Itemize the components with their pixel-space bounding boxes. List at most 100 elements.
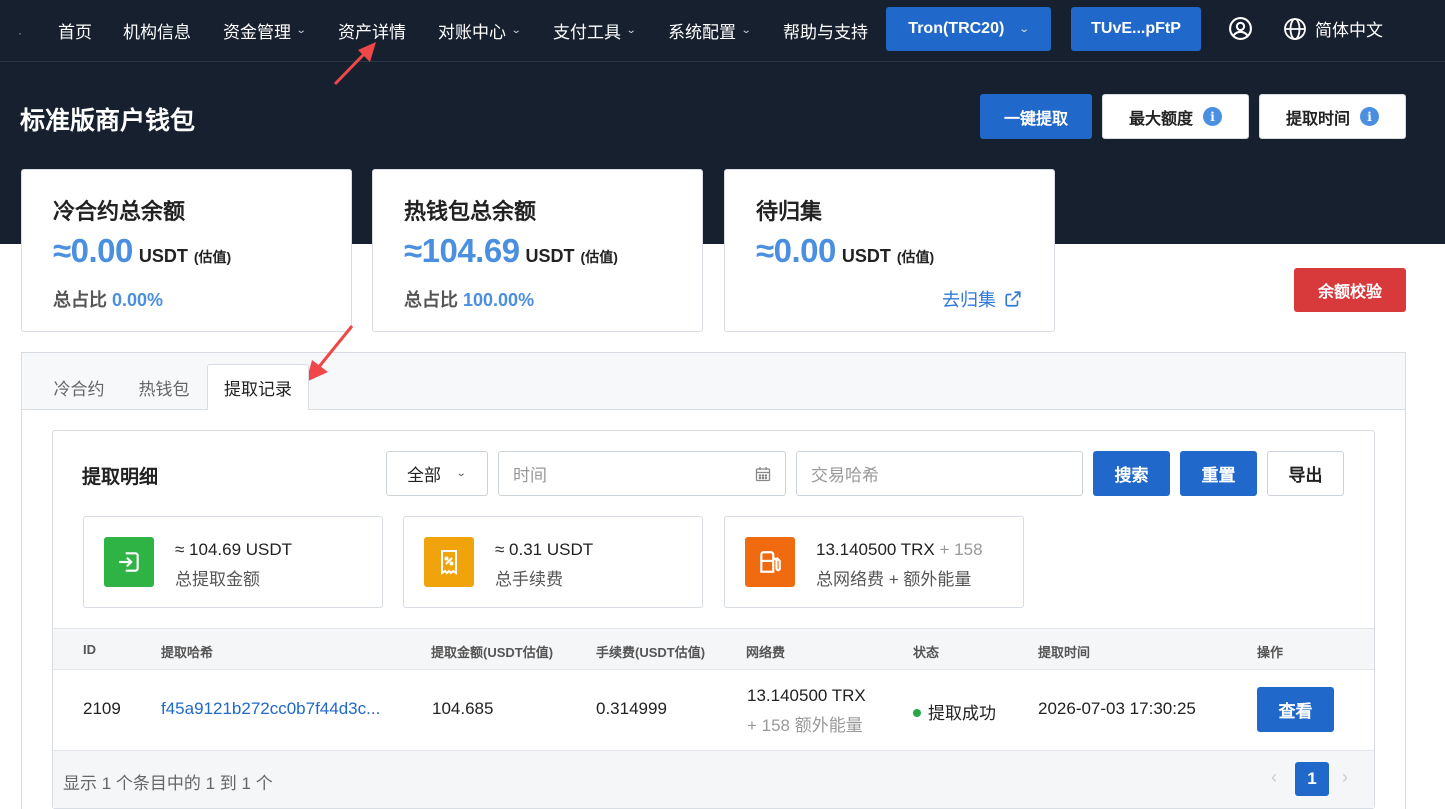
wallet-address-button[interactable]: TUvE...pFtP — [1071, 7, 1201, 51]
ratio-label: 总占比 — [53, 290, 107, 310]
nav-item-label: 资产详情 — [338, 23, 406, 42]
chevron-down-icon: ⌄ — [510, 25, 522, 36]
nav-item-label: 首页 — [58, 23, 92, 42]
pagination-summary: 显示 1 个条目中的 1 到 1 个 — [63, 774, 273, 793]
nav-item-label: 系统配置 — [668, 23, 736, 42]
column-header: 状态 — [913, 645, 940, 660]
user-icon[interactable] — [1228, 16, 1253, 41]
fuel-icon — [745, 537, 795, 587]
total-fee-stat: ≈ 0.31 USDT 总手续费 — [403, 516, 703, 608]
card-title: 热钱包总余额 — [404, 199, 537, 224]
nav-item-reconcile[interactable]: 对账中心 ⌄ — [438, 18, 522, 43]
nav-item-institution[interactable]: 机构信息 — [123, 18, 191, 43]
input-placeholder: 交易哈希 — [811, 466, 879, 485]
amount-estimate: (估值) — [580, 249, 618, 265]
stat-value: ≈ 104.69 USDT — [175, 540, 293, 559]
nav-item-assets[interactable]: 资产详情 — [338, 18, 406, 43]
table-footer: 显示 1 个条目中的 1 到 1 个 ‹ 1 › — [53, 751, 1374, 808]
view-button[interactable]: 查看 — [1257, 687, 1334, 732]
language-switcher[interactable]: 简体中文 — [1283, 16, 1383, 41]
tab-withdraw-records[interactable]: 提取记录 — [207, 364, 309, 410]
tx-hash-input[interactable]: 交易哈希 — [796, 451, 1083, 496]
ratio-value: 0.00% — [112, 290, 164, 310]
wallet-address: TUvE...pFtP — [1091, 20, 1181, 37]
table-header: ID 提取哈希 提取金额(USDT估值) 手续费(USDT估值) 网络费 状态 … — [53, 628, 1374, 670]
withdraw-all-button[interactable]: 一键提取 — [980, 94, 1092, 139]
chevron-down-icon: ⌄ — [295, 25, 307, 36]
ratio-value: 100.00% — [463, 290, 535, 310]
amount-value: ≈104.69 — [404, 232, 520, 269]
amount-unit: USDT — [841, 246, 891, 266]
network-fee-stat: 13.140500 TRX + 158 总网络费 + 额外能量 — [724, 516, 1024, 608]
hot-wallet-card: 热钱包总余额 ≈104.69 USDT (估值) 总占比 100.00% — [372, 169, 703, 332]
nav-item-home[interactable]: 首页 — [58, 18, 92, 43]
cell-amount: 104.685 — [432, 699, 494, 718]
external-link-icon — [1005, 291, 1021, 307]
language-label: 简体中文 — [1315, 21, 1383, 40]
page-title: 标准版商户钱包 — [20, 107, 196, 135]
cold-contract-card: 冷合约总余额 ≈0.00 USDT (估值) 总占比 0.00% — [21, 169, 352, 332]
nav-dot: · — [18, 26, 22, 40]
chevron-down-icon: ⌄ — [625, 25, 637, 36]
withdraw-time-button[interactable]: 提取时间 i — [1259, 94, 1406, 139]
column-header: 提取哈希 — [161, 645, 214, 660]
tab-cold-contract[interactable]: 冷合约 — [40, 364, 118, 410]
tab-hot-wallet[interactable]: 热钱包 — [124, 364, 204, 410]
chevron-down-icon: ⌄ — [1019, 23, 1030, 35]
card-amount: ≈104.69 USDT (估值) — [404, 232, 618, 270]
section-title: 提取明细 — [82, 467, 159, 488]
button-label: 提取时间 — [1285, 110, 1350, 128]
input-placeholder: 时间 — [513, 466, 547, 485]
cell-status: 提取成功 — [913, 699, 996, 724]
stat-value: 13.140500 TRX + 158 — [816, 540, 983, 560]
total-withdraw-stat: ≈ 104.69 USDT 总提取金额 — [83, 516, 383, 608]
search-button[interactable]: 搜索 — [1093, 451, 1170, 496]
chevron-down-icon: ⌄ — [455, 468, 467, 479]
network-extra-text: + 158 额外能量 — [747, 716, 863, 735]
cell-hash-link[interactable]: f45a9121b272cc0b7f44d3c... — [161, 699, 380, 719]
column-header: 提取金额(USDT估值) — [431, 645, 554, 660]
max-limit-button[interactable]: 最大额度 i — [1102, 94, 1249, 139]
amount-estimate: (估值) — [896, 249, 935, 265]
cell-network-extra: + 158 额外能量 — [747, 711, 863, 736]
stat-value-main: 13.140500 TRX — [816, 540, 935, 559]
card-amount: ≈0.00 USDT (估值) — [53, 232, 231, 270]
chevron-down-icon: ⌄ — [740, 25, 752, 36]
nav-item-help[interactable]: 帮助与支持 — [783, 18, 868, 43]
stat-value: ≈ 0.31 USDT — [495, 540, 594, 559]
nav-item-payment-tools[interactable]: 支付工具 ⌄ — [553, 18, 637, 43]
pending-collection-card: 待归集 ≈0.00 USDT (估值) 去归集 — [724, 169, 1055, 332]
amount-value: ≈0.00 — [756, 232, 836, 269]
go-collect-link[interactable]: 去归集 — [942, 286, 1022, 312]
card-ratio: 总占比 100.00% — [404, 286, 534, 312]
nav-item-funds[interactable]: 资金管理 ⌄ — [223, 18, 307, 43]
pagination-next-icon[interactable]: › — [1342, 767, 1348, 788]
network-select-button[interactable]: Tron(TRC20) ⌄ — [886, 7, 1051, 51]
stat-value-extra: + 158 — [939, 540, 983, 559]
card-ratio: 总占比 0.00% — [53, 286, 163, 312]
amount-value: ≈0.00 — [53, 232, 133, 269]
receipt-icon — [424, 537, 474, 587]
balance-check-button[interactable]: 余额校验 — [1294, 268, 1406, 312]
column-header: ID — [83, 642, 96, 657]
top-nav: · 首页 机构信息 资金管理 ⌄ 资产详情 对账中心 ⌄ 支付工具 ⌄ 系统配置 ⌄ 帮… — [0, 0, 1445, 62]
pagination-prev-icon[interactable]: ‹ — [1271, 767, 1277, 788]
amount-estimate: (估值) — [193, 249, 232, 265]
withdraw-icon — [104, 537, 154, 587]
button-label: 一键提取 — [1003, 110, 1068, 128]
column-header: 网络费 — [746, 645, 786, 660]
reset-button[interactable]: 重置 — [1180, 451, 1257, 496]
nav-item-label: 资金管理 — [223, 23, 291, 42]
nav-item-system-config[interactable]: 系统配置 ⌄ — [668, 18, 752, 43]
type-filter-select[interactable]: 全部 ⌄ — [386, 451, 488, 496]
info-icon: i — [1203, 107, 1222, 126]
export-button[interactable]: 导出 — [1267, 451, 1344, 496]
amount-unit: USDT — [138, 246, 188, 266]
cell-network-fee: 13.140500 TRX — [747, 686, 866, 705]
pagination-page-current[interactable]: 1 — [1295, 762, 1329, 796]
network-label: Tron(TRC20) — [908, 20, 1005, 37]
cell-time: 2026-07-03 17:30:25 — [1038, 699, 1196, 718]
card-title: 待归集 — [756, 199, 823, 224]
calendar-icon — [755, 467, 771, 482]
time-input[interactable]: 时间 — [498, 451, 786, 496]
